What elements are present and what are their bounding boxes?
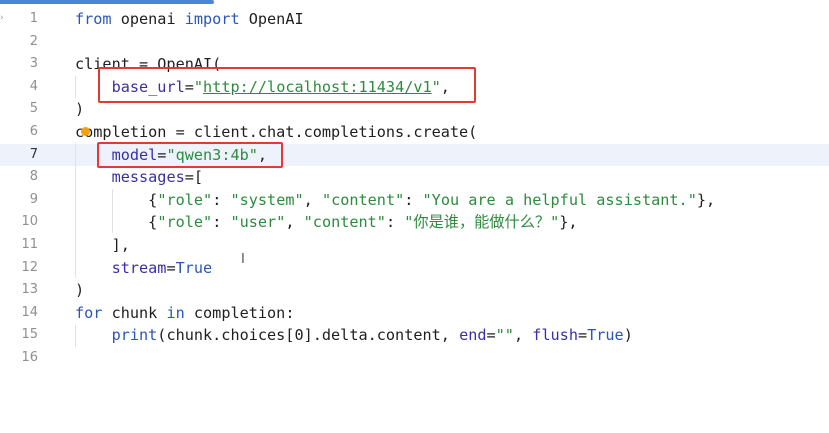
line-number: 9: [29, 191, 38, 207]
string-literal: "You are a helpful assistant.": [422, 190, 697, 209]
line-number-current: 7: [29, 146, 38, 162]
line-number: 10: [21, 214, 38, 230]
code-line-15[interactable]: print(chunk.choices[0].delta.content, en…: [75, 324, 829, 347]
code-line-14[interactable]: for chunk in completion:: [75, 302, 829, 325]
line-number-gutter: 1 2 3 4 5 6 7 8 9 10 11 12 13 14 15 16: [0, 8, 46, 370]
string-quote: ": [550, 213, 560, 232]
punctuation: :: [212, 213, 231, 232]
code-line-16[interactable]: [75, 347, 829, 370]
code-line-12[interactable]: stream=True: [75, 257, 829, 280]
code-text: (chunk.choices[: [157, 326, 295, 345]
code-text: ].delta.content,: [303, 326, 460, 345]
number-literal: 0: [294, 326, 304, 345]
line-number: 15: [21, 327, 38, 343]
identifier: chunk: [102, 303, 167, 322]
line-number: 14: [21, 304, 38, 320]
parameter-name: stream: [111, 258, 167, 277]
highlight-box-model: [97, 142, 283, 168]
operator: =: [486, 326, 496, 345]
operator: =: [166, 258, 176, 277]
punctuation: :: [212, 190, 231, 209]
string-literal: "system": [230, 190, 304, 209]
string-literal: "role": [157, 213, 213, 232]
code-line-9[interactable]: {"role": "system", "content": "You are a…: [75, 189, 829, 212]
lightbulb-hint-icon[interactable]: [81, 127, 90, 136]
string-literal: "role": [157, 190, 213, 209]
string-literal: "content": [303, 213, 386, 232]
code-line-11[interactable]: ],: [75, 234, 829, 257]
punctuation: :: [404, 190, 423, 209]
code-line-13[interactable]: ): [75, 279, 829, 302]
keyword: for: [75, 303, 103, 322]
code-text: completion = client.chat.completions.cre…: [75, 122, 478, 141]
line-number: 6: [29, 123, 38, 139]
text-cursor-icon: I: [241, 252, 245, 267]
line-number: 5: [29, 101, 38, 117]
punctuation: ,: [285, 213, 304, 232]
identifier: completion:: [184, 303, 295, 322]
identifier: OpenAI: [239, 10, 304, 28]
line-number: 12: [21, 259, 38, 275]
code-line-10[interactable]: {"role": "user", "content": "你是谁，能做什么？"}…: [75, 211, 829, 234]
string-literal-cjk: 你是谁，能做什么？: [413, 213, 551, 232]
line-number: 1: [29, 11, 38, 26]
line-number: 4: [29, 78, 38, 94]
line-number: 16: [21, 349, 38, 365]
line-number: 13: [21, 282, 38, 298]
punctuation: ,: [303, 190, 322, 209]
code-editor[interactable]: › 1 2 3 4 5 6 7 8 9 10 11 12 13 14 15 16…: [0, 0, 829, 433]
code-line-2[interactable]: [75, 31, 829, 54]
operator: =: [184, 168, 194, 187]
parameter-name: flush: [532, 326, 578, 345]
code-area[interactable]: from openai import OpenAI client = OpenA…: [75, 8, 829, 370]
keyword: True: [587, 326, 624, 345]
punctuation: },: [696, 190, 716, 209]
punctuation: ): [623, 326, 633, 345]
punctuation: :: [385, 213, 405, 232]
line-number: 3: [29, 56, 38, 72]
punctuation: [: [193, 168, 204, 187]
code-line-1[interactable]: from openai import OpenAI: [75, 8, 829, 31]
string-literal: "content": [321, 190, 405, 209]
highlight-box-base-url: [98, 67, 476, 103]
keyword: True: [175, 258, 213, 277]
parameter-name: end: [459, 326, 487, 345]
line-number: 2: [29, 33, 38, 49]
keyword: in: [166, 303, 185, 322]
code-text: ): [75, 281, 85, 300]
punctuation: {: [148, 213, 158, 232]
punctuation: },: [559, 213, 578, 232]
punctuation: ,: [513, 326, 533, 345]
code-text: ): [75, 100, 85, 119]
operator: =: [577, 326, 588, 345]
keyword: import: [184, 10, 240, 28]
string-literal: "user": [230, 213, 286, 232]
keyword: from: [75, 10, 112, 28]
string-literal: "": [495, 326, 514, 345]
punctuation: {: [148, 190, 158, 209]
line-number: 8: [29, 169, 38, 185]
builtin-function: print: [111, 326, 158, 345]
parameter-name: messages: [111, 168, 185, 187]
line-number: 11: [21, 236, 38, 252]
identifier: openai: [111, 10, 185, 28]
active-tab-indicator: [0, 0, 214, 4]
code-line-6[interactable]: completion = client.chat.completions.cre…: [75, 121, 829, 144]
punctuation: ],: [111, 235, 130, 254]
code-line-8[interactable]: messages=[: [75, 166, 829, 189]
